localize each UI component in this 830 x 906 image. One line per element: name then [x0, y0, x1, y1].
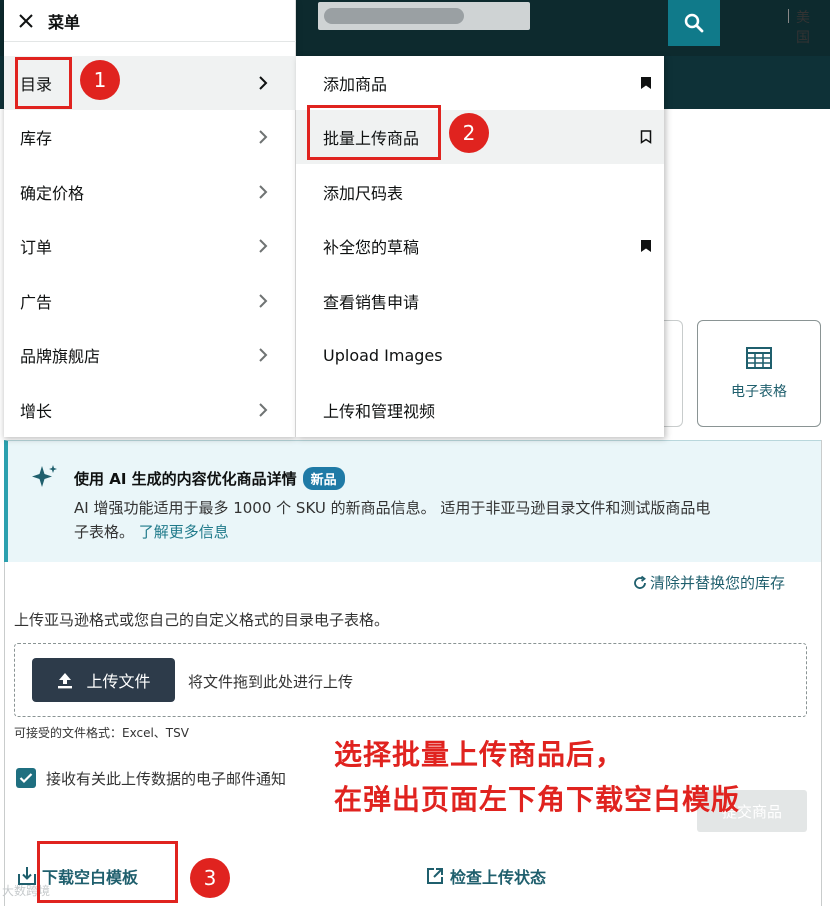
submenu-item-label: 添加商品	[323, 75, 388, 94]
annotation-highlight-download	[37, 841, 178, 903]
submenu-item-label: Upload Images	[323, 345, 443, 365]
menu-item-brand-store[interactable]: 品牌旗舰店	[4, 328, 296, 382]
bookmark-filled-icon[interactable]	[640, 76, 652, 90]
refresh-icon	[634, 575, 646, 589]
menu-item-growth[interactable]: 增长	[4, 383, 296, 437]
upload-option-card-partial[interactable]	[663, 320, 683, 427]
checkmark-icon	[19, 773, 33, 784]
menu-item-label: 订单	[20, 238, 53, 257]
menu-item-advertising[interactable]: 广告	[4, 274, 296, 328]
spreadsheet-option-card[interactable]: 电子表格	[697, 320, 821, 427]
search-region-label: 美国	[788, 7, 810, 47]
search-icon	[684, 13, 704, 33]
menu-header: 菜单	[4, 0, 296, 42]
submenu-item-view-selling-applications[interactable]: 查看销售申请	[296, 274, 664, 328]
chevron-right-icon	[259, 76, 268, 90]
menu-item-label: 确定价格	[20, 184, 85, 203]
submenu-item-label: 补全您的草稿	[323, 238, 420, 257]
menu-close-button[interactable]	[18, 13, 34, 29]
ai-banner-description: AI 增强功能适用于最多 1000 个 SKU 的新商品信息。 适用于非亚马逊目…	[74, 499, 711, 517]
learn-more-link[interactable]: 了解更多信息	[139, 523, 229, 541]
ai-info-banner: 使用 AI 生成的内容优化商品详情 新品 AI 增强功能适用于最多 1000 个…	[4, 440, 822, 562]
annotation-step-1: 1	[80, 60, 120, 100]
drop-zone-text: 将文件拖到此处进行上传	[188, 673, 354, 691]
ai-banner-description-end: 子表格。	[74, 523, 135, 541]
submenu-item-complete-drafts[interactable]: 补全您的草稿	[296, 219, 664, 273]
chevron-right-icon	[259, 185, 268, 199]
menu-item-label: 品牌旗舰店	[20, 347, 101, 366]
menu-item-orders[interactable]: 订单	[4, 219, 296, 273]
ai-banner-title-text: 使用 AI 生成的内容优化商品详情	[74, 470, 297, 488]
search-input[interactable]: 美国	[318, 2, 810, 46]
menu-title: 菜单	[48, 12, 81, 32]
chevron-right-icon	[259, 403, 268, 417]
annotation-callout-line2: 在弹出页面左下角下载空白模版	[334, 783, 741, 816]
upload-file-button[interactable]: 上传文件	[32, 658, 175, 702]
chevron-right-icon	[259, 294, 268, 308]
email-notification-label: 接收有关此上传数据的电子邮件通知	[46, 770, 287, 788]
chevron-right-icon	[259, 130, 268, 144]
annotation-step-2: 2	[449, 113, 489, 153]
clear-and-replace-label: 清除并替换您的库存	[650, 574, 786, 592]
email-notification-checkbox[interactable]	[16, 768, 36, 788]
chevron-right-icon	[259, 348, 268, 362]
menu-item-label: 广告	[20, 293, 53, 312]
check-upload-status-label: 检查上传状态	[450, 868, 547, 887]
submenu-item-add-product[interactable]: 添加商品	[296, 56, 664, 110]
content-frame-right-border	[821, 440, 822, 906]
close-icon	[19, 13, 33, 28]
upload-description: 上传亚马逊格式或您自己的自定义格式的目录电子表格。	[14, 611, 390, 629]
chevron-right-icon	[259, 239, 268, 253]
ai-banner-description-2: 子表格。 了解更多信息	[74, 521, 229, 542]
submenu-item-manage-videos[interactable]: 上传和管理视频	[296, 383, 664, 437]
check-upload-status-link[interactable]: 检查上传状态	[426, 864, 546, 888]
upload-file-label: 上传文件	[86, 672, 151, 691]
annotation-callout-line1: 选择批量上传商品后，	[334, 738, 625, 771]
external-link-icon	[427, 868, 443, 884]
upload-icon	[58, 673, 73, 689]
content-frame-left-border	[4, 562, 5, 906]
submenu-item-label: 查看销售申请	[323, 293, 420, 312]
annotation-highlight-catalog	[15, 57, 72, 109]
submenu-item-upload-images[interactable]: Upload Images	[296, 328, 664, 382]
annotation-step-3: 3	[190, 858, 230, 898]
annotation-highlight-bulk-upload	[307, 105, 441, 160]
sparkle-icon	[32, 465, 57, 487]
new-badge: 新品	[302, 467, 345, 490]
spreadsheet-card-label: 电子表格	[731, 383, 787, 400]
clear-and-replace-link[interactable]: 清除并替换您的库存	[632, 572, 785, 593]
bookmark-outline-icon[interactable]	[640, 130, 652, 144]
table-icon	[746, 346, 772, 369]
search-button[interactable]	[668, 0, 720, 46]
submenu-item-label: 添加尺码表	[323, 184, 404, 203]
menu-item-pricing[interactable]: 确定价格	[4, 165, 296, 219]
menu-item-label: 库存	[20, 129, 53, 148]
bookmark-filled-icon[interactable]	[640, 239, 652, 253]
menu-item-label: 增长	[20, 402, 53, 421]
accepted-formats-text: 可接受的文件格式：Excel、TSV	[14, 726, 189, 740]
blurred-search-text	[324, 8, 464, 24]
menu-item-inventory[interactable]: 库存	[4, 110, 296, 164]
submenu-item-add-size-chart[interactable]: 添加尺码表	[296, 165, 664, 219]
ai-banner-title: 使用 AI 生成的内容优化商品详情 新品	[74, 467, 345, 490]
submenu-item-label: 上传和管理视频	[323, 402, 436, 421]
